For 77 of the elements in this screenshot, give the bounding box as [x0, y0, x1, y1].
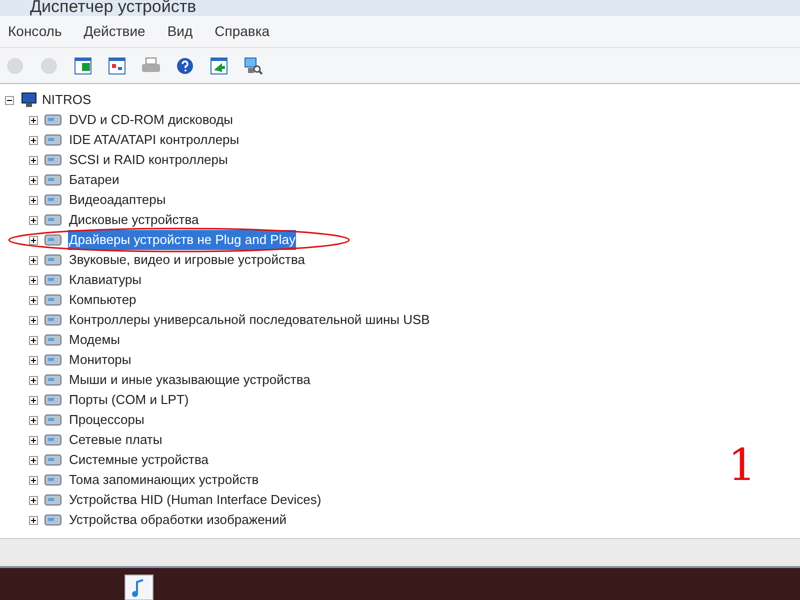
update-window-icon [210, 56, 228, 74]
expand-icon[interactable] [29, 516, 38, 524]
tree-item[interactable]: Процессоры [68, 410, 146, 430]
menu-item[interactable]: Консоль [8, 21, 62, 42]
tree-item[interactable]: Устройства обработки изображений [68, 510, 288, 530]
tree-item[interactable]: Клавиатуры [68, 270, 143, 290]
tree-item[interactable]: SCSI и RAID контроллеры [68, 150, 229, 170]
expand-icon[interactable] [29, 396, 38, 404]
device-icon [43, 432, 63, 448]
device-icon [43, 272, 63, 288]
properties-window-icon [108, 56, 126, 74]
device-icon [43, 472, 63, 488]
expand-icon[interactable] [29, 156, 38, 164]
expand-icon[interactable] [29, 456, 38, 464]
tree-item[interactable]: NITROS [42, 90, 92, 110]
menu-item[interactable]: Действие [84, 21, 146, 42]
device-icon [43, 172, 63, 188]
tree-item[interactable]: Мониторы [68, 350, 132, 370]
device-icon [43, 512, 63, 528]
device-icon [43, 492, 63, 508]
expand-icon[interactable] [29, 136, 38, 144]
annotation-number: 1 [728, 444, 756, 488]
printer-icon [141, 56, 161, 74]
device-icon [43, 392, 63, 408]
expand-icon[interactable] [29, 116, 38, 124]
device-icon [43, 112, 63, 128]
tree-item[interactable]: Компьютер [68, 290, 138, 310]
expand-icon[interactable] [29, 436, 38, 444]
device-icon [43, 252, 63, 268]
device-icon [43, 332, 63, 348]
expand-icon[interactable] [29, 256, 38, 264]
device-icon [43, 212, 63, 228]
device-icon [43, 372, 63, 388]
music-file-icon [124, 574, 154, 600]
expand-icon[interactable] [29, 216, 38, 224]
expand-icon[interactable] [29, 236, 38, 244]
device-icon [43, 452, 63, 468]
tree-item[interactable]: Мыши и иные указывающие устройства [68, 370, 312, 390]
device-icon [43, 412, 63, 428]
expand-icon[interactable] [29, 316, 38, 324]
tree-item[interactable]: Батареи [68, 170, 120, 190]
expand-icon[interactable] [29, 376, 38, 384]
expand-icon[interactable] [29, 276, 38, 284]
expand-icon[interactable] [29, 356, 38, 364]
tree-item[interactable]: IDE ATA/ATAPI контроллеры [68, 130, 240, 150]
menu-item[interactable]: Справка [214, 21, 270, 42]
computer-magnifier-icon [243, 56, 263, 76]
device-icon [43, 152, 63, 168]
collapse-icon[interactable] [5, 96, 14, 104]
help-icon [176, 56, 194, 74]
expand-icon[interactable] [29, 336, 38, 344]
expand-icon[interactable] [29, 176, 38, 184]
expand-icon[interactable] [29, 496, 38, 504]
tree-item[interactable]: Дисковые устройства [68, 210, 200, 230]
tree-item[interactable]: Порты (COM и LPT) [68, 390, 190, 410]
tree-item[interactable]: Модемы [68, 330, 122, 350]
expand-icon[interactable] [29, 476, 38, 484]
expand-icon[interactable] [29, 416, 38, 424]
tree-panel-icon [74, 56, 92, 74]
device-icon [43, 292, 63, 308]
expand-icon[interactable] [29, 296, 38, 304]
tree-item[interactable]: Сетевые платы [68, 430, 164, 450]
device-icon [43, 352, 63, 368]
tree-item[interactable]: Видеоадаптеры [68, 190, 167, 210]
tree-item[interactable]: DVD и CD-ROM дисководы [68, 110, 234, 130]
menu-item[interactable]: Вид [167, 21, 193, 42]
expand-icon[interactable] [29, 196, 38, 204]
device-icon [43, 192, 63, 208]
tree-item[interactable]: Звуковые, видео и игровые устройства [68, 250, 306, 270]
device-icon [43, 232, 63, 248]
tree-item[interactable]: Драйверы устройств не Plug and Play [68, 230, 296, 250]
tree-item[interactable]: Устройства HID (Human Interface Devices) [68, 490, 322, 510]
tree-item[interactable]: Контроллеры универсальной последовательной шины USB [68, 310, 431, 330]
device-icon [43, 312, 63, 328]
tree-item[interactable]: Тома запоминающих устройств [68, 470, 260, 490]
device-icon [43, 132, 63, 148]
tree-item[interactable]: Системные устройства [68, 450, 210, 470]
